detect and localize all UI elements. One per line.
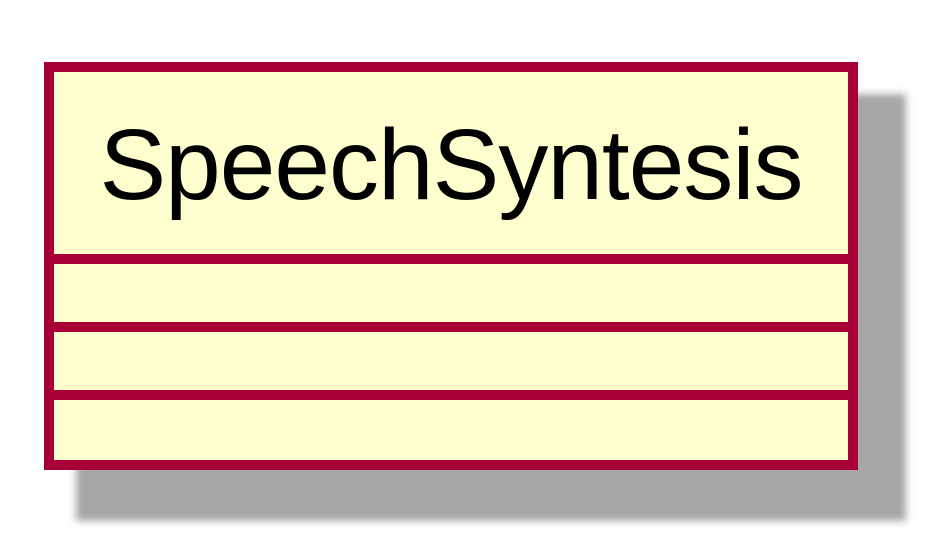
name-divider [54, 254, 848, 264]
fields-divider [54, 322, 848, 332]
class-name: SpeechSyntesis [99, 109, 803, 221]
fields-compartment [54, 264, 848, 322]
methods-divider [54, 390, 848, 400]
diagram-canvas: SpeechSyntesis [0, 0, 944, 557]
methods-compartment [54, 332, 848, 390]
extra-compartment [54, 400, 848, 460]
uml-class-box[interactable]: SpeechSyntesis [44, 62, 858, 470]
